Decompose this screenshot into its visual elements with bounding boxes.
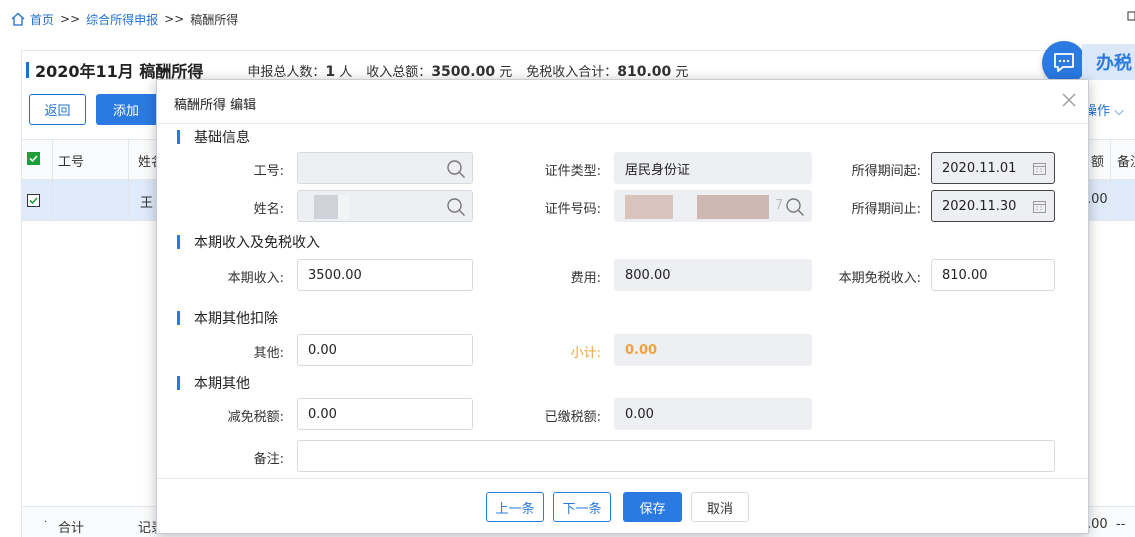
income-total: 收入总额：3500.00 元 [366, 63, 513, 80]
tax-relief-input[interactable]: 0.00 [297, 398, 473, 430]
section-accent-bar [177, 235, 180, 249]
search-icon[interactable] [446, 197, 466, 217]
tax-paid-label: 已缴税额: [544, 410, 601, 425]
tax-paid-field: 0.00 [614, 398, 812, 430]
row-checkbox[interactable] [27, 194, 40, 207]
expense-field: 800.00 [614, 259, 812, 291]
income-input[interactable]: 3500.00 [297, 259, 473, 291]
expense-label: 费用: [570, 271, 601, 286]
remark-input[interactable] [297, 440, 1055, 472]
section-title: 基础信息 [194, 130, 250, 146]
search-icon[interactable] [446, 159, 466, 179]
id-type-label: 证件类型: [544, 164, 601, 179]
grid-col-divider [128, 139, 129, 221]
subtotal-field: 0.00 [614, 334, 812, 366]
calendar-icon[interactable] [1033, 162, 1046, 175]
col-header-amount[interactable]: 额 [1091, 151, 1104, 170]
id-no-label: 证件号码: [544, 202, 601, 217]
id-type-field: 居民身份证 [614, 152, 812, 184]
section-title: 本期其他 [194, 376, 250, 392]
breadcrumb-comprehensive-income[interactable]: 综合所得申报 [86, 11, 158, 28]
remark-label: 备注: [253, 452, 284, 467]
save-button[interactable]: 保存 [623, 492, 682, 522]
section-basic-info: 基础信息 [177, 127, 250, 147]
section-accent-bar [177, 376, 180, 390]
footer-amount: .00 [1087, 517, 1108, 532]
exempt-total: 免税收入合计：810.00 元 [526, 63, 689, 80]
footer-total-label: 合计 [58, 521, 85, 536]
previous-record-button[interactable]: 上一条 [486, 492, 544, 522]
edit-dialog: 稿酬所得 编辑 基础信息 工号: 姓名: 证件类型: 居民身份证 证件号码: 7… [156, 79, 1089, 534]
name-label: 姓名: [253, 202, 284, 217]
section-other-deduction: 本期其他扣除 [177, 308, 278, 328]
breadcrumb-separator: >> [60, 12, 81, 26]
footer-bullet: · [44, 517, 48, 528]
breadcrumb-home[interactable]: 首页 [30, 11, 54, 28]
period-start-field[interactable]: 2020.11.01 [931, 152, 1055, 184]
id-no-visible-char: 7 [775, 198, 784, 213]
row-amount: .00 [1087, 192, 1108, 207]
footer-dash: -- [1116, 517, 1126, 532]
redacted-value [314, 195, 338, 219]
add-button[interactable]: 添加 [96, 94, 160, 125]
emp-no-field[interactable] [297, 152, 473, 184]
redacted-value [625, 195, 673, 219]
breadcrumb: 首页 >> 综合所得申报 >> 稿酬所得 [0, 0, 1135, 38]
section-title: 本期其他扣除 [194, 311, 278, 327]
assistant-label[interactable]: 办税 [1082, 44, 1135, 80]
emp-no-label: 工号: [253, 164, 284, 179]
breadcrumb-separator: >> [164, 12, 185, 26]
section-accent-bar [177, 311, 180, 325]
period-start-label: 所得期间起: [851, 164, 921, 179]
chat-icon [1054, 53, 1074, 72]
section-accent-bar [177, 130, 180, 144]
grid-col-divider [1110, 139, 1111, 221]
name-field[interactable] [297, 190, 473, 222]
col-header-remark[interactable]: 备注 [1117, 151, 1135, 170]
id-no-field[interactable]: 7 [614, 190, 812, 222]
redacted-value [697, 195, 769, 219]
back-button[interactable]: 返回 [29, 94, 86, 125]
col-header-emp-no[interactable]: 工号 [58, 151, 84, 170]
cancel-button[interactable]: 取消 [691, 492, 749, 522]
next-record-button[interactable]: 下一条 [553, 492, 611, 522]
section-income: 本期收入及免税收入 [177, 232, 320, 252]
title-accent-bar [26, 62, 29, 78]
close-icon[interactable] [1062, 93, 1076, 107]
exempt-income-label: 本期免税收入: [838, 271, 921, 286]
other-deduction-input[interactable]: 0.00 [297, 334, 473, 366]
home-icon[interactable] [10, 11, 26, 27]
calendar-icon[interactable] [1033, 200, 1046, 213]
breadcrumb-current: 稿酬所得 [190, 12, 239, 27]
period-end-label: 所得期间止: [851, 202, 921, 217]
select-all-checkbox[interactable] [27, 152, 40, 165]
other-label: 其他: [253, 346, 284, 361]
dialog-header: 稿酬所得 编辑 [157, 80, 1088, 124]
search-icon[interactable] [785, 197, 805, 217]
income-label: 本期收入: [227, 271, 284, 286]
window-restore-icon[interactable] [1127, 10, 1135, 22]
exempt-income-input[interactable]: 810.00 [931, 259, 1055, 291]
section-title: 本期收入及免税收入 [194, 235, 320, 251]
more-operations-dropdown[interactable]: 操作 ⌵ [1084, 100, 1124, 119]
subtotal-label: 小计: [570, 346, 601, 361]
people-count: 申报总人数：1 人 [247, 63, 353, 80]
section-other: 本期其他 [177, 373, 250, 393]
dialog-title: 稿酬所得 编辑 [174, 98, 257, 113]
row-name: 王 [140, 196, 154, 211]
period-end-field[interactable]: 2020.11.30 [931, 190, 1055, 222]
tax-relief-label: 减免税额: [227, 410, 284, 425]
grid-col-divider [52, 139, 53, 221]
